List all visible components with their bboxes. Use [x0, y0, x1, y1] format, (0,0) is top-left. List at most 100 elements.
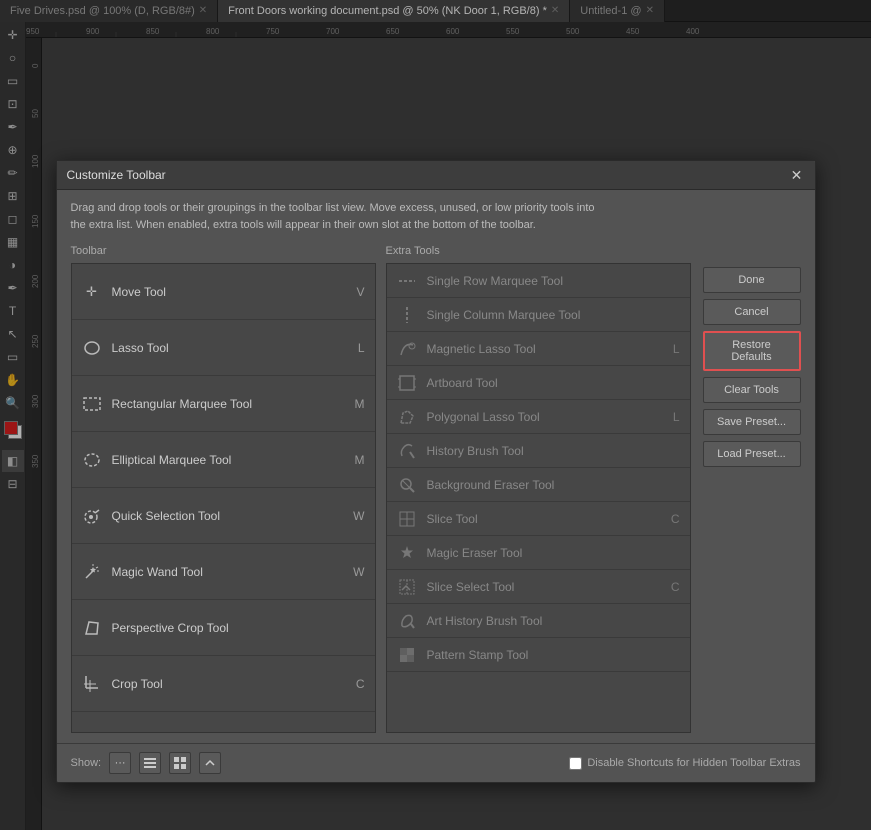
list-item[interactable]: Rectangular Marquee Tool M	[72, 376, 375, 432]
list-item[interactable]: History Brush Tool	[387, 434, 690, 468]
show-label: Show:	[71, 757, 102, 769]
tool-name-magic-wand: Magic Wand Tool	[112, 565, 344, 579]
tool-name-pattern-stamp: Pattern Stamp Tool	[427, 648, 670, 662]
list-item[interactable]: Slice Tool C	[387, 502, 690, 536]
tool-name-single-col: Single Column Marquee Tool	[427, 308, 670, 322]
list-item[interactable]: Lasso Tool L	[72, 320, 375, 376]
tool-name-magic-eraser: Magic Eraser Tool	[427, 546, 670, 560]
clear-tools-button[interactable]: Clear Tools	[703, 377, 801, 403]
tool-shortcut-poly-lasso: L	[673, 410, 680, 424]
dialog-body: Drag and drop tools or their groupings i…	[57, 190, 815, 743]
tool-name-poly-lasso: Polygonal Lasso Tool	[427, 410, 663, 424]
single-col-marquee-icon	[397, 305, 417, 325]
list-item[interactable]: Art History Brush Tool	[387, 604, 690, 638]
dialog-footer: Show: ··· Disable Shortcuts for Hidden T…	[57, 743, 815, 782]
tool-name-rect-marquee: Rectangular Marquee Tool	[112, 397, 345, 411]
dialog-titlebar: Customize Toolbar ✕	[57, 161, 815, 190]
extra-tool-list[interactable]: Single Row Marquee Tool Single Column Ma…	[386, 263, 691, 733]
tool-name-bg-eraser: Background Eraser Tool	[427, 478, 670, 492]
tool-name-lasso: Lasso Tool	[112, 341, 348, 355]
pattern-stamp-icon	[397, 645, 417, 665]
tool-name-move: Move Tool	[112, 285, 347, 299]
footer-expand-btn[interactable]	[199, 752, 221, 774]
list-item[interactable]: Polygonal Lasso Tool L	[387, 400, 690, 434]
quick-select-icon	[82, 506, 102, 526]
extra-tools-column: Extra Tools Single Row Marquee Tool	[386, 245, 691, 733]
tool-shortcut-quick-select: W	[353, 509, 364, 523]
buttons-column: Done Cancel Restore Defaults Clear Tools…	[691, 245, 801, 733]
footer-more-btn[interactable]: ···	[109, 752, 131, 774]
save-preset-button[interactable]: Save Preset...	[703, 409, 801, 435]
disable-shortcuts-checkbox[interactable]	[569, 757, 582, 770]
tool-shortcut-slice-select: C	[671, 580, 680, 594]
rect-marquee-icon	[82, 394, 102, 414]
list-item[interactable]: Magnetic Lasso Tool L	[387, 332, 690, 366]
list-item[interactable]: Single Row Marquee Tool	[387, 264, 690, 298]
list-item[interactable]: Magic Eraser Tool	[387, 536, 690, 570]
tool-name-quick-select: Quick Selection Tool	[112, 509, 344, 523]
tool-name-slice: Slice Tool	[427, 512, 661, 526]
slice-select-icon	[397, 577, 417, 597]
tool-shortcut-magic-wand: W	[353, 565, 364, 579]
crop-tool-icon	[82, 674, 102, 694]
customize-toolbar-dialog: Customize Toolbar ✕ Drag and drop tools …	[56, 160, 816, 783]
tool-name-perspective-crop: Perspective Crop Tool	[112, 621, 355, 635]
dialog-close-button[interactable]: ✕	[789, 167, 805, 183]
toolbar-tool-list[interactable]: ✛ Move Tool V Lasso Tool L	[71, 263, 376, 733]
list-item[interactable]: ✛ Move Tool V	[72, 264, 375, 320]
magnetic-lasso-icon	[397, 339, 417, 359]
load-preset-button[interactable]: Load Preset...	[703, 441, 801, 467]
move-tool-icon: ✛	[82, 282, 102, 302]
slice-tool-icon	[397, 509, 417, 529]
footer-grid-view-btn[interactable]	[169, 752, 191, 774]
tool-name-slice-select: Slice Select Tool	[427, 580, 661, 594]
tool-name-magnetic-lasso: Magnetic Lasso Tool	[427, 342, 663, 356]
tool-shortcut-rect-marquee: M	[355, 397, 365, 411]
magic-wand-icon	[82, 562, 102, 582]
dialog-overlay: Customize Toolbar ✕ Drag and drop tools …	[0, 0, 871, 830]
tool-shortcut-slice: C	[671, 512, 680, 526]
tool-shortcut-crop: C	[356, 677, 365, 691]
tool-name-art-history-brush: Art History Brush Tool	[427, 614, 670, 628]
list-item[interactable]: Quick Selection Tool W	[72, 488, 375, 544]
history-brush-icon	[397, 441, 417, 461]
list-item[interactable]: Single Column Marquee Tool	[387, 298, 690, 332]
poly-lasso-icon	[397, 407, 417, 427]
tool-name-single-row: Single Row Marquee Tool	[427, 274, 670, 288]
magic-eraser-icon	[397, 543, 417, 563]
dialog-title: Customize Toolbar	[67, 168, 166, 182]
perspective-crop-icon	[82, 618, 102, 638]
list-item[interactable]: Slice Select Tool C	[387, 570, 690, 604]
list-item[interactable]: Elliptical Marquee Tool M	[72, 432, 375, 488]
art-history-brush-icon	[397, 611, 417, 631]
footer-list-view-btn[interactable]	[139, 752, 161, 774]
list-item[interactable]: Pattern Stamp Tool	[387, 638, 690, 672]
list-item[interactable]: Perspective Crop Tool	[72, 600, 375, 656]
tool-shortcut-ellipse-marquee: M	[355, 453, 365, 467]
tool-shortcut-lasso: L	[358, 341, 365, 355]
tool-name-crop: Crop Tool	[112, 677, 346, 691]
dialog-columns: Toolbar ✛ Move Tool V	[71, 245, 801, 733]
list-item[interactable]: Crop Tool C	[72, 656, 375, 712]
list-item[interactable]: Background Eraser Tool	[387, 468, 690, 502]
dialog-instruction: Drag and drop tools or their groupings i…	[71, 200, 801, 233]
restore-defaults-button[interactable]: Restore Defaults	[703, 331, 801, 371]
disable-shortcuts-text: Disable Shortcuts for Hidden Toolbar Ext…	[587, 757, 800, 769]
bg-eraser-icon	[397, 475, 417, 495]
ellipse-marquee-icon	[82, 450, 102, 470]
done-button[interactable]: Done	[703, 267, 801, 293]
tool-name-artboard: Artboard Tool	[427, 376, 670, 390]
toolbar-column: Toolbar ✛ Move Tool V	[71, 245, 376, 733]
extra-column-label: Extra Tools	[386, 245, 691, 257]
list-item[interactable]: Artboard Tool	[387, 366, 690, 400]
lasso-tool-icon	[82, 338, 102, 358]
single-row-marquee-icon	[397, 271, 417, 291]
cancel-button[interactable]: Cancel	[703, 299, 801, 325]
disable-shortcuts-label[interactable]: Disable Shortcuts for Hidden Toolbar Ext…	[569, 757, 800, 770]
tool-shortcut-move: V	[356, 285, 364, 299]
toolbar-column-label: Toolbar	[71, 245, 376, 257]
tool-name-history-brush: History Brush Tool	[427, 444, 670, 458]
artboard-icon	[397, 373, 417, 393]
list-item[interactable]: Magic Wand Tool W	[72, 544, 375, 600]
tool-name-ellipse-marquee: Elliptical Marquee Tool	[112, 453, 345, 467]
